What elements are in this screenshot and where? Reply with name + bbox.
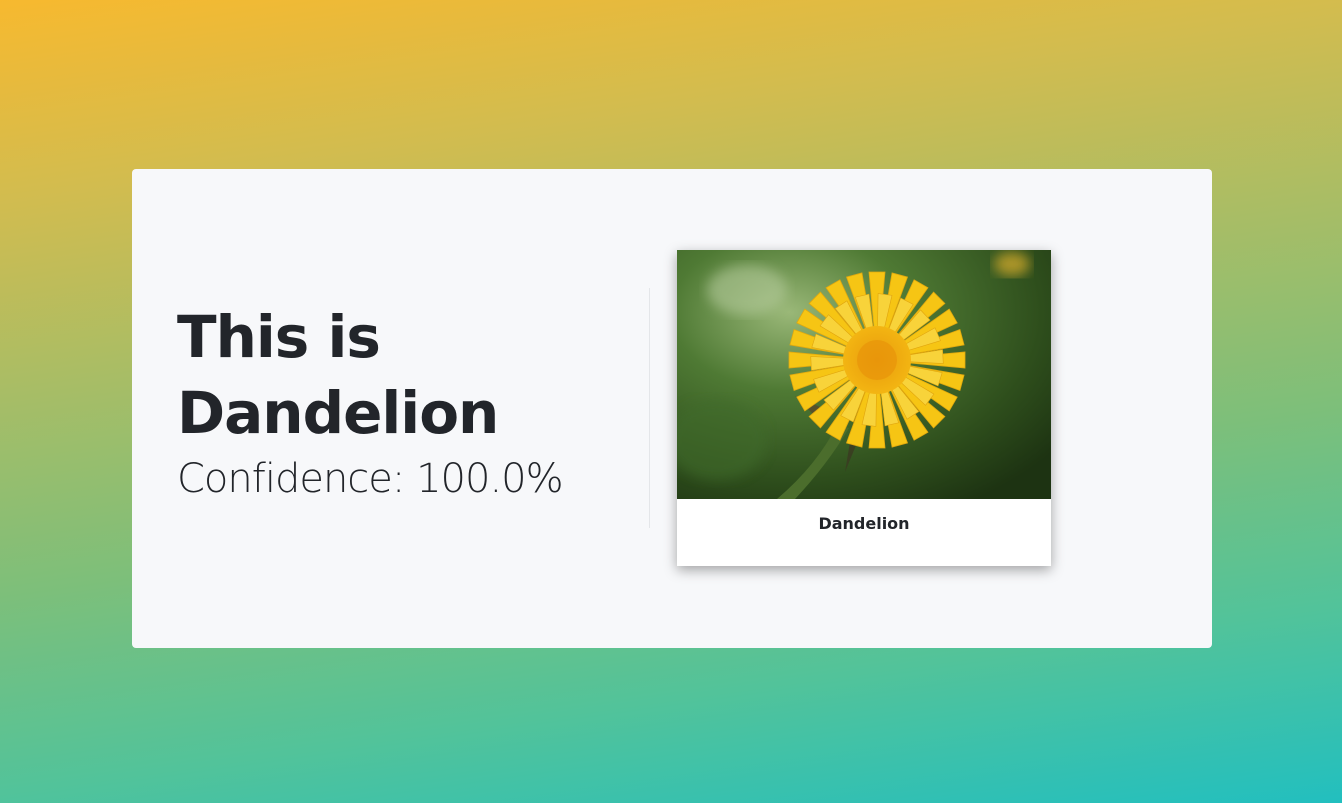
dandelion-photo [677, 250, 1051, 499]
image-card: Dandelion [677, 250, 1051, 566]
vertical-divider [649, 288, 650, 528]
prediction-title: This is Dandelion [177, 303, 499, 447]
result-text-block: This is Dandelion Confidence: 100.0% [177, 299, 637, 505]
result-panel: This is Dandelion Confidence: 100.0% Dan… [132, 169, 1212, 648]
confidence-label: Confidence: 100.0% [177, 456, 564, 502]
image-caption: Dandelion [818, 514, 910, 533]
